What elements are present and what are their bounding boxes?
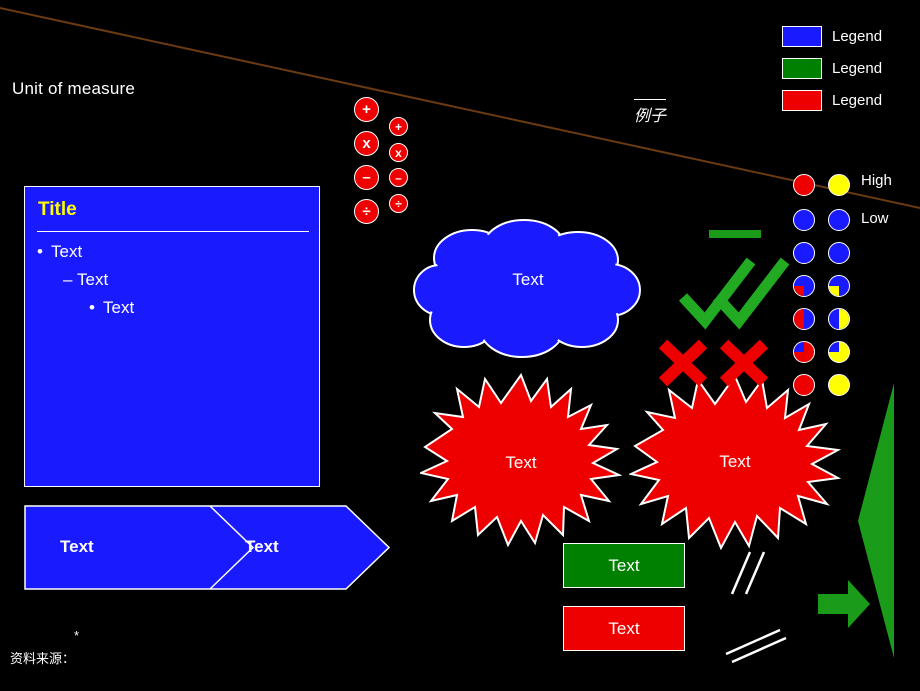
legend-item-1: Legend	[782, 24, 882, 49]
example-annotation: 例子	[634, 99, 667, 126]
operator-minus-large: –	[354, 165, 379, 190]
operator-divide-large: ÷	[354, 199, 379, 224]
harvey-dot-blue-yellow-quarter	[828, 275, 850, 297]
red-text-box: Text	[563, 606, 685, 651]
chevron-label-right: Text	[245, 537, 279, 556]
quarter-fill	[794, 286, 804, 296]
bullet-text: Text	[103, 298, 135, 317]
harvey-dot-red-full	[793, 174, 815, 196]
quarter-fill	[829, 342, 839, 352]
bullet-marker: –	[63, 270, 73, 289]
legend-item-label: Legend	[832, 92, 883, 109]
scale-high-label: High	[861, 172, 892, 189]
legend-item-label: Legend	[832, 28, 883, 45]
harvey-dot-three-quarter-yellow	[828, 341, 850, 363]
green-text-box: Text	[563, 543, 685, 588]
red-swatch-icon	[782, 90, 822, 111]
bullet-level-2: – Text	[63, 270, 108, 290]
source-note: 资料来源：	[10, 652, 76, 667]
legend: Legend Legend Legend	[782, 24, 882, 120]
unit-of-measure-label: Unit of measure	[12, 79, 135, 98]
explosion-label: Text	[505, 453, 537, 472]
operator-plus-large: +	[354, 97, 379, 122]
bullet-marker: •	[89, 298, 95, 317]
explosion-label: Text	[719, 452, 751, 471]
operator-minus-small: –	[389, 168, 408, 187]
bullet-level-3: • Text	[89, 298, 134, 318]
explosion-callout-1: Text	[417, 372, 623, 549]
harvey-dot-red-full	[793, 374, 815, 396]
operator-plus-small: +	[389, 117, 408, 136]
scale-low-label: Low	[861, 210, 889, 227]
half-fill	[794, 309, 804, 329]
harvey-dot-blue-full	[828, 209, 850, 231]
check-mark-icon	[713, 257, 789, 330]
operator-times-small: x	[389, 143, 408, 162]
harvey-dot-yellow-full	[828, 374, 850, 396]
harvey-dot-yellow-full	[828, 174, 850, 196]
cloud-callout: Text	[412, 216, 644, 360]
bullet-text: Text	[77, 270, 109, 289]
harvey-dot-blue-full	[828, 242, 850, 264]
harvey-dot-half-yellow	[828, 308, 850, 330]
legend-item-2: Legend	[782, 56, 882, 81]
explosion-callout-2: Text	[627, 373, 842, 551]
legend-item-label: Legend	[832, 60, 883, 77]
cross-mark-icon	[658, 339, 708, 387]
harvey-dot-blue-full	[793, 209, 815, 231]
operator-times-large: x	[354, 131, 379, 156]
green-right-arrow-icon	[818, 580, 870, 628]
harvey-dot-half-red	[793, 308, 815, 330]
harvey-dot-blue-red-quarter	[793, 275, 815, 297]
cross-mark-icon	[719, 339, 769, 387]
legend-item-3: Legend	[782, 88, 882, 113]
bullet-level-1: • Text	[37, 242, 82, 262]
double-slash-flat-icon	[725, 628, 787, 664]
blue-swatch-icon	[782, 26, 822, 47]
title-underline	[37, 231, 309, 232]
bullet-text: Text	[51, 242, 83, 261]
chevron-process-bar: Text Text	[24, 505, 391, 590]
bullet-marker: •	[37, 242, 43, 261]
page-title: Title	[38, 199, 77, 220]
harvey-dot-blue-full	[793, 242, 815, 264]
chevron-label-left: Text	[60, 537, 94, 556]
green-bar-shape	[709, 230, 761, 238]
double-slash-icon	[730, 551, 766, 595]
operator-divide-small: ÷	[389, 194, 408, 213]
cloud-label: Text	[512, 270, 544, 289]
footnote-marker: *	[74, 628, 80, 643]
harvey-dot-three-quarter-red	[793, 341, 815, 363]
quarter-fill	[829, 286, 839, 296]
half-fill	[839, 309, 849, 329]
green-swatch-icon	[782, 58, 822, 79]
quarter-fill	[794, 342, 804, 352]
title-content-box: Title • Text – Text • Text	[24, 186, 320, 487]
